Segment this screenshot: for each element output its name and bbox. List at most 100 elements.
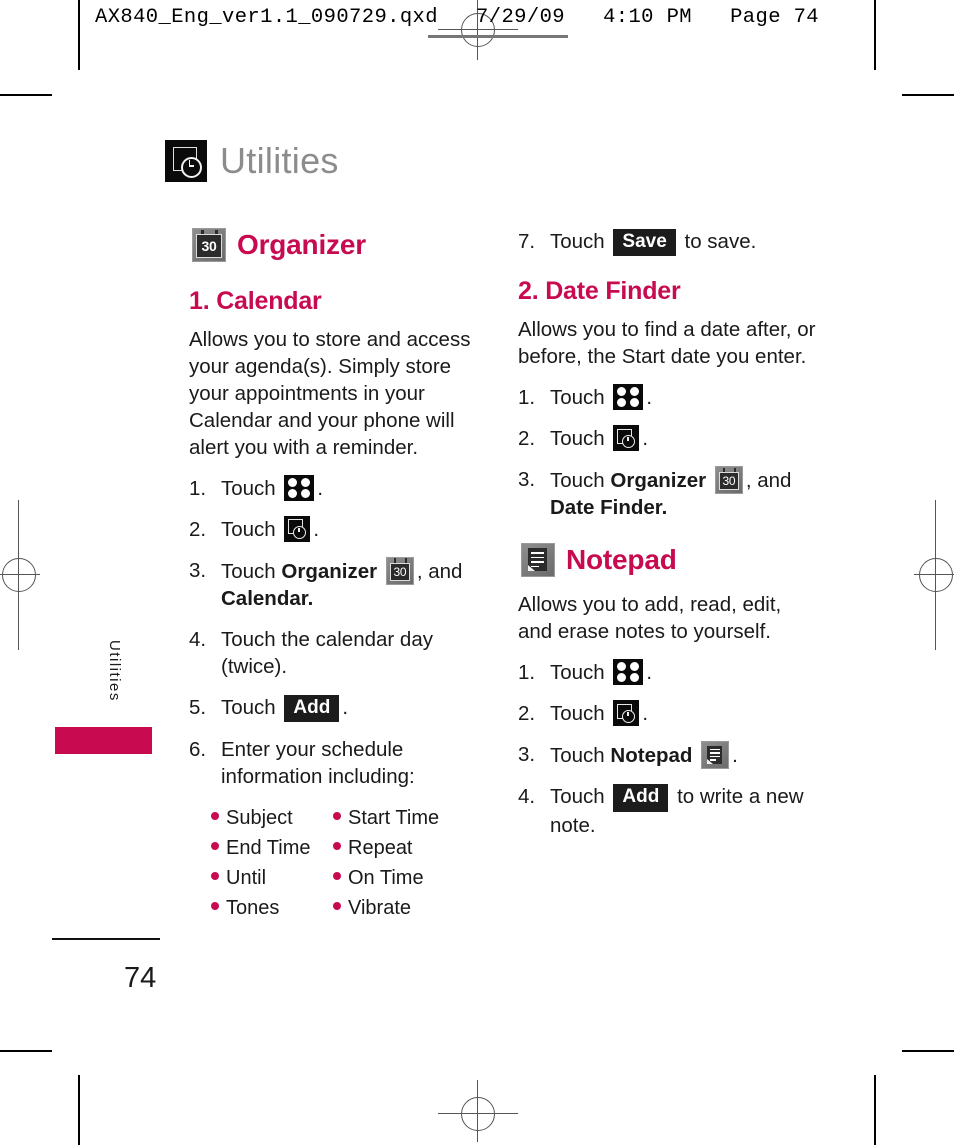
bullet-label: Tones [226, 896, 280, 919]
step-number: 3. [518, 468, 536, 492]
bullet-dot-icon [211, 841, 219, 850]
step-item: 7. Touch Save to save. [518, 228, 818, 257]
bullet-label: Repeat [348, 836, 413, 859]
crop-mark-top-right [874, 0, 876, 70]
calendar-icon: 30 [714, 466, 743, 495]
bullet-dot-icon [333, 811, 341, 820]
step-text: Touch the calendar day (twice). [221, 627, 433, 678]
add-key-button[interactable]: Add [613, 784, 669, 812]
step-item: 6. Enter your schedule information inclu… [189, 736, 479, 790]
step-text: Touch [221, 476, 276, 500]
section-heading-notepad: Notepad [518, 543, 818, 578]
schedule-fields-bullets: Subject Start Time End Time Repeat Until… [211, 805, 479, 922]
step-bold-term: Notepad [610, 744, 693, 768]
step-item: 5. Touch Add. [189, 694, 479, 723]
section-title-text: Organizer [237, 229, 366, 261]
step-item: 1. Touch . [518, 659, 818, 686]
step-text: Touch [550, 702, 605, 726]
section-title-text: Notepad [566, 544, 677, 576]
bullet-dot-icon [333, 901, 341, 910]
bullet-label: Subject [226, 806, 293, 829]
menu-grid-icon [613, 659, 644, 686]
bullet-label: Start Time [348, 806, 440, 829]
save-key-button[interactable]: Save [613, 229, 676, 257]
bullet-item: Repeat [333, 835, 479, 862]
right-column: 7. Touch Save to save. 2. Date Finder Al… [518, 228, 818, 853]
bullet-dot-icon [333, 841, 341, 850]
registration-mark-bottom [438, 1080, 518, 1142]
step-text: Touch [550, 661, 605, 685]
step-bold-tail: Date Finder. [550, 496, 668, 520]
step-number: 5. [189, 696, 207, 720]
step-text: Touch [221, 559, 276, 583]
step-text: Touch [550, 386, 605, 409]
step-bold-term: Organizer [610, 469, 707, 493]
step-number: 3. [518, 743, 536, 767]
step-text-tail: . [642, 702, 649, 726]
step-text-tail: . [313, 517, 320, 541]
subsection-heading-calendar: 1. Calendar [189, 287, 322, 315]
calendar-icon-day: 30 [722, 474, 736, 489]
step-item: 3. Touch Organizer 30 , and Calendar. [189, 556, 479, 612]
step-number: 2. [518, 702, 536, 726]
step-item: 3. Touch Notepad . [518, 741, 818, 770]
step-text: Enter your schedule information includin… [221, 738, 415, 789]
step-text-tail: . [646, 386, 653, 409]
step-text: Touch [550, 785, 605, 809]
menu-grid-icon [284, 474, 315, 501]
bullet-item: Until [211, 865, 333, 892]
step-number: 1. [518, 386, 536, 409]
bullet-item: Vibrate [333, 895, 479, 922]
side-tab-label: Utilities [106, 640, 123, 702]
calendar-icon-day: 30 [393, 564, 407, 579]
step-item: 2. Touch . [518, 425, 818, 452]
calendar-icon: 30 [385, 556, 414, 585]
step-item: 2. Touch . [518, 700, 818, 727]
step-text-tail: , and [416, 559, 463, 583]
bullet-label: On Time [348, 866, 424, 889]
calendar-icon: 30 [192, 228, 226, 262]
crop-mark-h-bottom-left [0, 1050, 52, 1052]
add-key-button[interactable]: Add [284, 695, 340, 723]
calendar-description: Allows you to store and access your agen… [189, 327, 471, 459]
bullet-item: End Time [211, 835, 333, 862]
utilities-icon [613, 700, 640, 727]
step-number: 7. [518, 230, 536, 253]
bullet-dot-icon [211, 811, 219, 820]
step-number: 1. [518, 661, 536, 685]
crop-mark-bottom-left [78, 1075, 80, 1145]
bullet-item: Start Time [333, 805, 479, 832]
step-text: Touch [550, 469, 605, 493]
step-text: Touch [221, 696, 276, 720]
bullet-label: Vibrate [348, 896, 412, 919]
step-number: 4. [189, 627, 207, 651]
step-text: Touch [221, 517, 276, 541]
step-bold-term: Organizer [281, 559, 378, 583]
step-item: 3. Touch Organizer 30 , and Date Finder. [518, 466, 818, 521]
step-text-tail: . [342, 696, 349, 720]
step-number: 3. [189, 558, 207, 582]
step-text-tail: , and [745, 469, 792, 493]
step-text-tail: to save. [684, 230, 757, 253]
bullet-item: On Time [333, 865, 479, 892]
crop-mark-top-left [78, 0, 80, 70]
utilities-icon [613, 425, 640, 452]
crop-mark-bottom-right [874, 1075, 876, 1145]
registration-mark-right [914, 500, 954, 650]
utilities-icon [284, 515, 311, 542]
step-item: 1. Touch . [518, 384, 818, 411]
notepad-steps-list: 1. Touch . 2. Touch . 3. Touch Notepad .… [518, 659, 818, 839]
page-number: 74 [124, 962, 157, 994]
step-text: Touch [550, 230, 605, 253]
bullet-dot-icon [211, 901, 219, 910]
left-column: 30 Organizer 1. Calendar Allows you to s… [189, 228, 479, 922]
step-text-tail: . [642, 427, 649, 451]
step-item: 4. Touch Add to write a new note. [518, 783, 818, 838]
date-finder-description: Allows you to find a date after, or befo… [518, 317, 816, 368]
crop-mark-h-top-left [0, 94, 52, 96]
step-text-tail: . [317, 476, 324, 500]
date-finder-steps-list: 1. Touch . 2. Touch . 3. Touch Organizer… [518, 384, 818, 521]
notepad-description: Allows you to add, read, edit, and erase… [518, 593, 782, 644]
calendar-steps-list: 1. Touch . 2. Touch . 3. Touch Organizer… [189, 474, 479, 791]
step-text: Touch [550, 427, 605, 451]
